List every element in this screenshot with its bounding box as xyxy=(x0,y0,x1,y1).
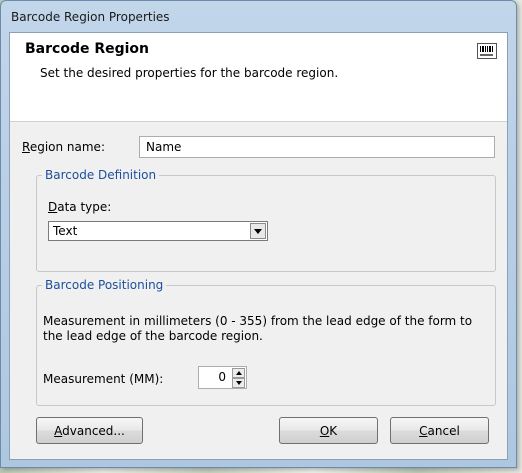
barcode-definition-group: Barcode Definition xyxy=(36,168,496,272)
chevron-down-icon[interactable] xyxy=(250,223,266,239)
data-type-value: Text xyxy=(53,224,78,238)
data-type-label-accel: D xyxy=(48,200,58,214)
dialog-header: Barcode Region Set the desired propertie… xyxy=(10,33,507,122)
region-name-label: Region name: xyxy=(22,140,105,154)
ok-button[interactable]: OK xyxy=(279,417,378,444)
window-title: Barcode Region Properties xyxy=(11,10,170,24)
region-name-label-rest: egion name: xyxy=(29,140,105,154)
data-type-label: Data type: xyxy=(48,200,111,214)
dialog-window: Barcode Region Properties Barcode Region… xyxy=(0,0,517,468)
barcode-icon xyxy=(477,43,497,59)
header-subtitle: Set the desired properties for the barco… xyxy=(40,66,339,80)
cancel-button[interactable]: Cancel xyxy=(390,417,489,444)
spin-up-icon[interactable] xyxy=(232,368,245,378)
advanced-accel: A xyxy=(54,424,63,438)
title-bar[interactable]: Barcode Region Properties xyxy=(1,1,516,31)
measurement-label: Measurement (MM): xyxy=(43,372,164,386)
ok-rest: K xyxy=(329,424,338,438)
region-name-input[interactable] xyxy=(139,136,495,158)
dialog-client-area: Barcode Region Set the desired propertie… xyxy=(9,32,508,460)
region-name-label-accel: R xyxy=(22,140,30,154)
spin-down-icon[interactable] xyxy=(232,378,245,388)
data-type-label-rest: ata type: xyxy=(57,200,112,214)
positioning-description: Measurement in millimeters (0 - 355) fro… xyxy=(43,314,473,343)
cancel-rest: ancel xyxy=(427,424,460,438)
barcode-positioning-legend: Barcode Positioning xyxy=(45,278,164,292)
measurement-value: 0 xyxy=(218,370,226,384)
data-type-dropdown[interactable]: Text xyxy=(48,221,268,241)
dialog-body: Region name: Barcode Definition Data typ… xyxy=(10,122,507,459)
header-title: Barcode Region xyxy=(25,41,150,57)
barcode-definition-legend: Barcode Definition xyxy=(45,168,157,182)
cancel-accel: C xyxy=(419,424,428,438)
advanced-rest: dvanced... xyxy=(62,424,125,438)
ok-accel: O xyxy=(319,424,330,438)
advanced-button[interactable]: Advanced... xyxy=(36,417,143,444)
measurement-spinner[interactable]: 0 xyxy=(198,366,247,389)
